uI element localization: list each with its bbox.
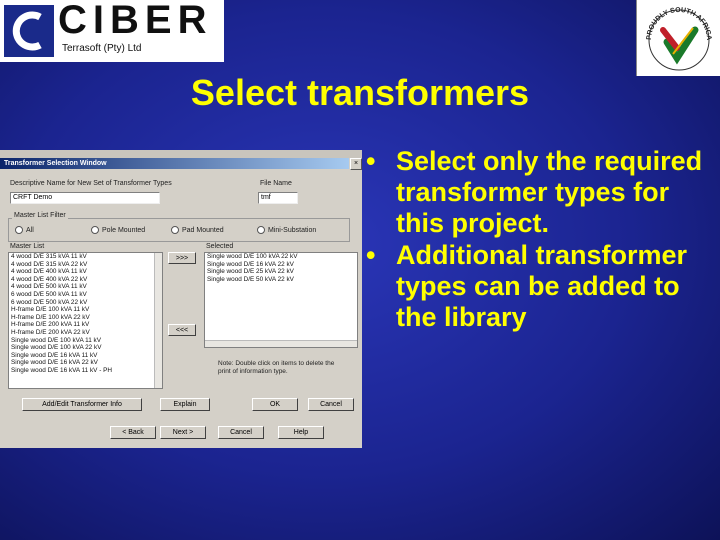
bullet-text: Additional transformer types can be adde… bbox=[396, 240, 688, 332]
filter-option-label: All bbox=[26, 226, 34, 234]
bullet-item: • Select only the required transformer t… bbox=[362, 146, 720, 239]
master-list-item[interactable]: H-frame D/E 200 kVA 22 kV bbox=[9, 329, 162, 337]
master-list-item[interactable]: Single wood D/E 16 kVA 11 kV bbox=[9, 352, 162, 360]
master-list-filter-group: All Pole Mounted Pad Mounted Mini-Substa… bbox=[8, 218, 350, 242]
proudly-south-african-emblem-icon: PROUDLY SOUTH AFRICAN bbox=[634, 0, 712, 71]
master-list-item[interactable]: H-frame D/E 200 kVA 11 kV bbox=[9, 321, 162, 329]
master-list-item[interactable]: 6 wood D/E 500 kVA 11 kV bbox=[9, 291, 162, 299]
radio-icon bbox=[15, 226, 23, 234]
selected-list-label: Selected bbox=[206, 243, 234, 250]
bullet-dot: • bbox=[366, 240, 376, 270]
selected-list-item[interactable]: Single wood D/E 50 kVA 22 kV bbox=[205, 276, 357, 284]
master-list-item[interactable]: 4 wood D/E 315 kVA 11 kV bbox=[9, 253, 162, 261]
descriptive-name-input[interactable]: CRFT Demo bbox=[10, 192, 160, 204]
radio-icon bbox=[257, 226, 265, 234]
radio-icon bbox=[171, 226, 179, 234]
filter-radio-pole-mounted[interactable]: Pole Mounted bbox=[91, 226, 145, 234]
bullet-item: • Additional transformer types can be ad… bbox=[362, 240, 720, 333]
window-titlebar: Transformer Selection Window bbox=[0, 158, 349, 169]
file-name-label: File Name bbox=[260, 180, 292, 187]
proudly-south-african-logo: PROUDLY SOUTH AFRICAN bbox=[634, 0, 720, 76]
master-list-item[interactable]: 4 wood D/E 400 kVA 22 kV bbox=[9, 276, 162, 284]
window-top-strip bbox=[0, 150, 362, 158]
slide-title: Select transformers bbox=[0, 72, 720, 114]
radio-icon bbox=[91, 226, 99, 234]
master-list-item[interactable]: Single wood D/E 100 kVA 22 kV bbox=[9, 344, 162, 352]
filter-radio-pad-mounted[interactable]: Pad Mounted bbox=[171, 226, 224, 234]
master-list-label: Master List bbox=[10, 243, 45, 250]
descriptive-name-label: Descriptive Name for New Set of Transfor… bbox=[10, 180, 172, 187]
filter-radio-mini-substation[interactable]: Mini-Substation bbox=[257, 226, 316, 234]
filter-radio-all[interactable]: All bbox=[15, 226, 34, 234]
master-list-item[interactable]: 6 wood D/E 500 kVA 22 kV bbox=[9, 299, 162, 307]
ciber-logo-mark-icon bbox=[4, 5, 54, 57]
explain-button[interactable]: Explain bbox=[160, 398, 210, 411]
filter-option-label: Mini-Substation bbox=[268, 226, 317, 234]
selected-list[interactable]: Single wood D/E 100 kVA 22 kV Single wood… bbox=[204, 252, 358, 348]
selected-list-item[interactable]: Single wood D/E 16 kVA 22 kV bbox=[205, 261, 357, 269]
bullet-text: Select only the required transformer typ… bbox=[396, 146, 703, 238]
master-list-item[interactable]: Single wood D/E 16 kVA 11 kV - PH bbox=[9, 367, 162, 375]
filter-group-label: Master List Filter bbox=[12, 212, 68, 219]
selection-note: Note: Double click on items to delete th… bbox=[218, 360, 335, 375]
cancel-button[interactable]: Cancel bbox=[308, 398, 354, 411]
selected-list-item[interactable]: Single wood D/E 100 kVA 22 kV bbox=[205, 253, 357, 261]
transformer-selection-window: Transformer Selection Window × Descripti… bbox=[0, 150, 362, 448]
close-icon[interactable]: × bbox=[350, 158, 362, 170]
add-edit-transformer-info-button[interactable]: Add/Edit Transformer Info bbox=[22, 398, 142, 411]
ciber-subtitle: Terrasoft (Pty) Ltd bbox=[62, 43, 142, 54]
ciber-logo: CIBER Terrasoft (Pty) Ltd bbox=[0, 0, 224, 62]
add-selected-button[interactable]: >>> bbox=[168, 252, 196, 264]
master-list[interactable]: 4 wood D/E 315 kVA 11 kV 4 wood D/E 315 k… bbox=[8, 252, 163, 389]
file-name-input[interactable]: tmf bbox=[258, 192, 298, 204]
slide-title-text: Select transformers bbox=[190, 72, 530, 113]
cancel-wizard-button[interactable]: Cancel bbox=[218, 426, 264, 439]
ok-button[interactable]: OK bbox=[252, 398, 298, 411]
master-list-item[interactable]: 4 wood D/E 315 kVA 22 kV bbox=[9, 261, 162, 269]
master-list-item[interactable]: Single wood D/E 16 kVA 22 kV bbox=[9, 359, 162, 367]
filter-option-label: Pole Mounted bbox=[102, 226, 146, 234]
master-list-item[interactable]: H-frame D/E 100 kVA 11 kV bbox=[9, 306, 162, 314]
remove-selected-button[interactable]: <<< bbox=[168, 324, 196, 336]
bullet-dot: • bbox=[366, 146, 376, 176]
master-list-item[interactable]: 4 wood D/E 400 kVA 11 kV bbox=[9, 268, 162, 276]
selected-list-hscrollbar[interactable] bbox=[205, 340, 357, 347]
filter-option-label: Pad Mounted bbox=[182, 226, 224, 234]
help-button[interactable]: Help bbox=[278, 426, 324, 439]
bullet-list: • Select only the required transformer t… bbox=[362, 146, 720, 334]
ciber-brand-text: CIBER bbox=[58, 0, 213, 42]
back-button[interactable]: < Back bbox=[110, 426, 156, 439]
selected-list-item[interactable]: Single wood D/E 25 kVA 22 kV bbox=[205, 268, 357, 276]
master-list-item[interactable]: H-frame D/E 100 kVA 22 kV bbox=[9, 314, 162, 322]
next-button[interactable]: Next > bbox=[160, 426, 206, 439]
master-list-scrollbar[interactable] bbox=[154, 253, 162, 388]
master-list-item[interactable]: 4 wood D/E 500 kVA 11 kV bbox=[9, 283, 162, 291]
master-list-item[interactable]: Single wood D/E 100 kVA 11 kV bbox=[9, 337, 162, 345]
